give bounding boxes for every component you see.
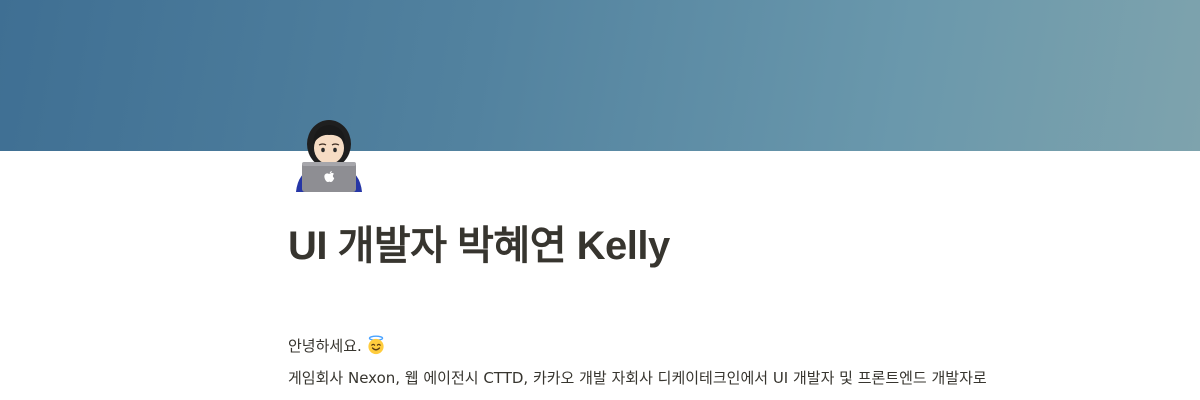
notion-page: UI 개발자 박혜연 Kelly 안녕하세요. 게임회사 Nexon, 웹 에이… [0, 0, 1200, 400]
page-content: 안녕하세요. 게임회사 Nexon, 웹 에이전시 CTTD, 카카오 개발 자… [288, 334, 1148, 398]
greeting-text: 안녕하세요. [288, 337, 362, 355]
woman-technologist-icon[interactable] [290, 114, 368, 192]
page-title[interactable]: UI 개발자 박혜연 Kelly [288, 222, 670, 270]
smiling-face-with-halo-icon [366, 335, 386, 355]
greeting-paragraph[interactable]: 안녕하세요. [288, 334, 1148, 358]
page-cover-image[interactable] [0, 0, 1200, 151]
intro-paragraph[interactable]: 게임회사 Nexon, 웹 에이전시 CTTD, 카카오 개발 자회사 디케이테… [288, 366, 1148, 390]
